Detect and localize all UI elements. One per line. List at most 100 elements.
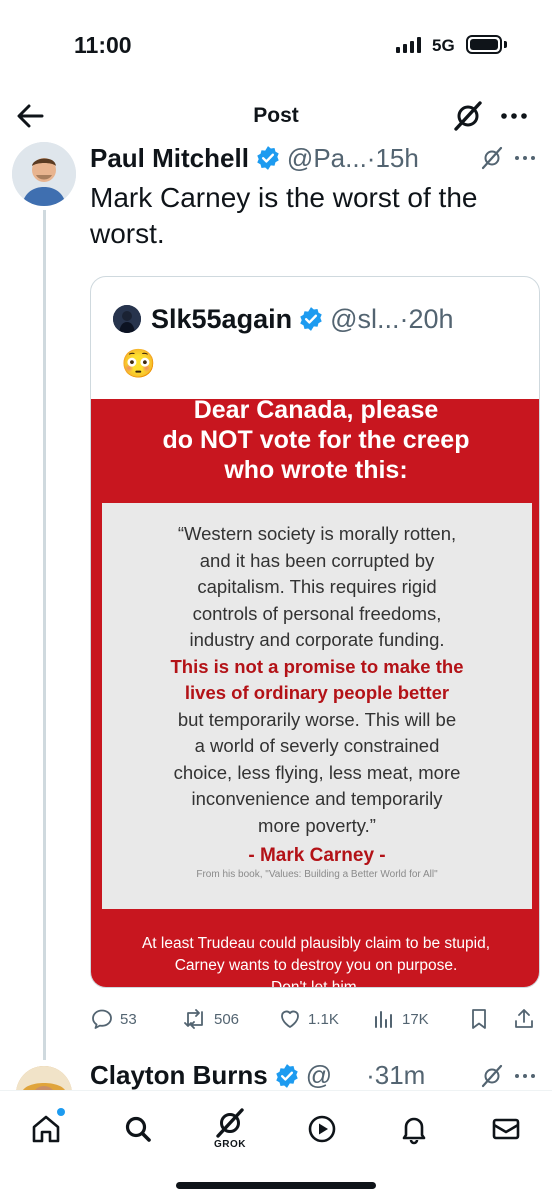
repost-count: 506	[214, 1010, 240, 1028]
headline-line: do NOT vote for the creep	[162, 426, 470, 454]
quote-line: capitalism. This requires rigid	[197, 576, 437, 597]
quote-line: more poverty.”	[258, 814, 376, 836]
bookmark-button[interactable]	[468, 1004, 496, 1034]
quote-line-emphasis: This is not a promise to make the	[170, 655, 464, 677]
share-icon	[515, 1009, 533, 1028]
signal-icon	[396, 37, 421, 53]
views-icon	[375, 1011, 392, 1028]
more-options-button[interactable]	[498, 100, 530, 132]
ellipsis-icon[interactable]	[512, 146, 538, 170]
verified-badge-icon	[257, 146, 279, 170]
verified-badge-icon	[275, 1063, 298, 1088]
dot-separator: ·	[366, 142, 376, 173]
post-header: Paul Mitchell @Pa... · 15h	[90, 140, 540, 176]
grok-label: GROK	[214, 1139, 246, 1150]
mail-icon	[492, 1118, 520, 1140]
reply-icon	[92, 1009, 112, 1029]
quote-line-emphasis: lives of ordinary people better	[184, 682, 450, 703]
share-button[interactable]	[512, 1004, 542, 1034]
quote-line: industry and corporate funding.	[189, 629, 445, 650]
headline-line: who wrote this:	[224, 456, 408, 484]
view-count: 17K	[402, 1010, 429, 1028]
header: Post	[0, 90, 552, 142]
grok-icon	[216, 1108, 244, 1138]
grok-icon	[454, 101, 482, 131]
like-button[interactable]: 1.1K	[278, 1004, 339, 1034]
avatar[interactable]	[16, 1066, 72, 1090]
quote-line: “Western society is morally rotten,	[177, 523, 457, 544]
like-count: 1.1K	[308, 1010, 339, 1028]
grok-icon[interactable]	[480, 1064, 504, 1088]
status-time: 11:00	[74, 32, 132, 58]
footer-line: Carney wants to destroy you on purpose.	[174, 957, 458, 974]
bell-icon	[402, 1117, 426, 1145]
notification-dot	[57, 1108, 65, 1116]
quote-line: and it has been corrupted by	[199, 549, 435, 571]
status-bar: 11:00 5G	[0, 0, 552, 90]
ellipsis-icon	[501, 113, 527, 119]
thread-line	[43, 210, 46, 1060]
quote-line: a world of severly constrained	[194, 735, 440, 756]
next-post[interactable]: Clayton Burns @ ·31m	[0, 1058, 552, 1090]
author-name[interactable]: Clayton Burns	[90, 1060, 268, 1090]
post-time[interactable]: 15h	[375, 143, 418, 174]
home-icon	[32, 1115, 60, 1143]
quoted-post[interactable]: Slk55again @sl... · 20h 😳 Dear Canada, p…	[90, 276, 540, 988]
play-circle-icon	[308, 1115, 336, 1143]
nav-notifications[interactable]	[386, 1101, 442, 1157]
user-photo-icon	[16, 1066, 72, 1090]
repost-button[interactable]: 506	[182, 1004, 239, 1034]
image-footer: At least Trudeau could plausibly claim t…	[91, 933, 539, 988]
quote-source: From his book, "Values: Building a Bette…	[196, 869, 438, 880]
headline-line: Dear Canada, please	[193, 396, 439, 424]
quote-line: controls of personal freedoms,	[192, 602, 442, 624]
quoted-image[interactable]: Dear Canada, please do NOT vote for the …	[91, 396, 539, 988]
dot-separator: ·	[399, 303, 409, 334]
nav-home[interactable]	[18, 1101, 74, 1157]
search-icon	[125, 1116, 151, 1142]
nav-grok[interactable]: GROK	[202, 1101, 258, 1157]
battery-icon	[466, 35, 502, 54]
footer-line: Don't let him.	[271, 979, 361, 988]
heart-icon	[281, 1010, 299, 1028]
quote-line: but temporarily worse. This will be	[177, 708, 457, 730]
reply-count: 53	[120, 1010, 137, 1028]
post-actions: 53 506 1.1K 17K	[90, 1004, 540, 1034]
reply-button[interactable]: 53	[90, 1004, 137, 1034]
battery-tip	[504, 41, 507, 48]
flushed-face-emoji: 😳	[121, 348, 156, 379]
author-name[interactable]: Paul Mitchell	[90, 143, 249, 174]
ellipsis-icon[interactable]	[512, 1064, 538, 1088]
image-headline: Dear Canada, please do NOT vote for the …	[91, 395, 539, 485]
nav-search[interactable]	[110, 1101, 166, 1157]
next-post-header: Clayton Burns @ ·31m	[90, 1060, 425, 1090]
quoted-post-time: 20h	[408, 303, 454, 334]
home-indicator	[176, 1182, 376, 1189]
quote-box: “Western society is morally rotten, and …	[102, 503, 532, 909]
author-handle[interactable]: @Pa...	[287, 143, 367, 174]
post-time: ·31m	[366, 1060, 426, 1090]
user-photo-icon	[12, 142, 76, 206]
views-button[interactable]: 17K	[372, 1004, 429, 1034]
verified-badge-icon	[300, 307, 322, 331]
quoted-avatar[interactable]	[113, 305, 141, 333]
footer-line: At least Trudeau could plausibly claim t…	[141, 935, 491, 952]
quoted-author-name[interactable]: Slk55again	[151, 304, 292, 335]
quote-line: choice, less flying, less meat, more	[173, 761, 461, 783]
nav-video[interactable]	[294, 1101, 350, 1157]
quoted-author-handle[interactable]: @sl...	[330, 304, 399, 335]
quote-attribution: - Mark Carney -	[248, 845, 386, 866]
avatar[interactable]	[12, 142, 76, 206]
user-photo-icon	[113, 305, 141, 333]
author-handle[interactable]: @	[306, 1060, 332, 1090]
bookmark-icon	[472, 1009, 486, 1029]
grok-button[interactable]	[452, 100, 484, 132]
quoted-post-header: Slk55again @sl... · 20h	[113, 299, 454, 339]
quoted-post-text: 😳	[121, 347, 156, 380]
grok-icon[interactable]	[480, 146, 504, 170]
post-text: Mark Carney is the worst of the worst.	[90, 182, 478, 249]
quote-line: inconvenience and temporarily	[191, 788, 443, 809]
nav-messages[interactable]	[478, 1101, 534, 1157]
repost-icon	[184, 1009, 203, 1029]
network-label: 5G	[432, 36, 455, 55]
